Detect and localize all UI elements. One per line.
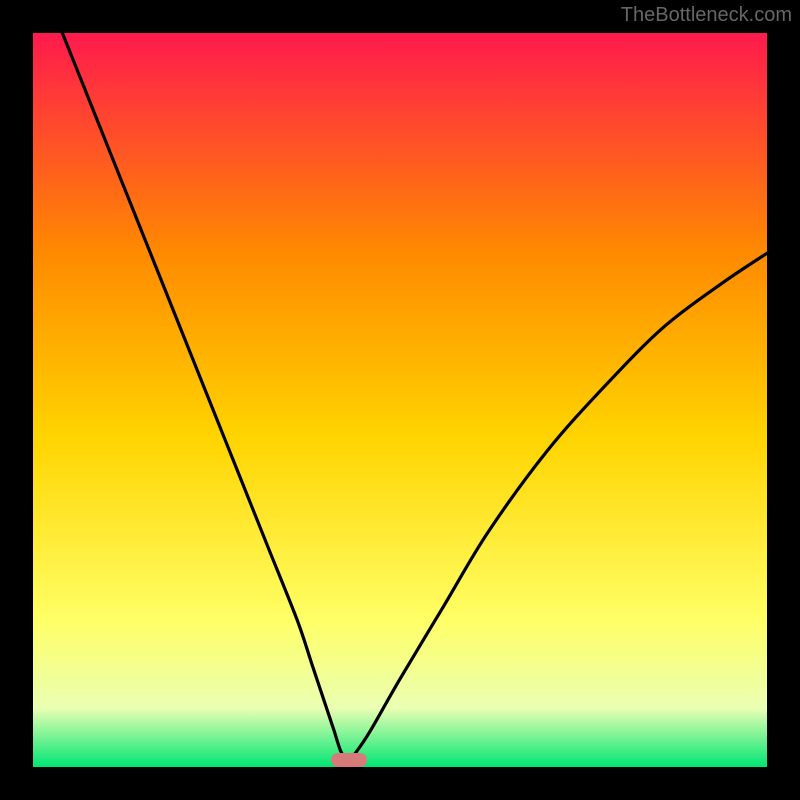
optimal-point-marker [331,753,367,767]
gradient-background [33,33,767,767]
plot-frame [33,33,767,767]
watermark-text: TheBottleneck.com [621,4,792,27]
chart-svg [33,33,767,767]
